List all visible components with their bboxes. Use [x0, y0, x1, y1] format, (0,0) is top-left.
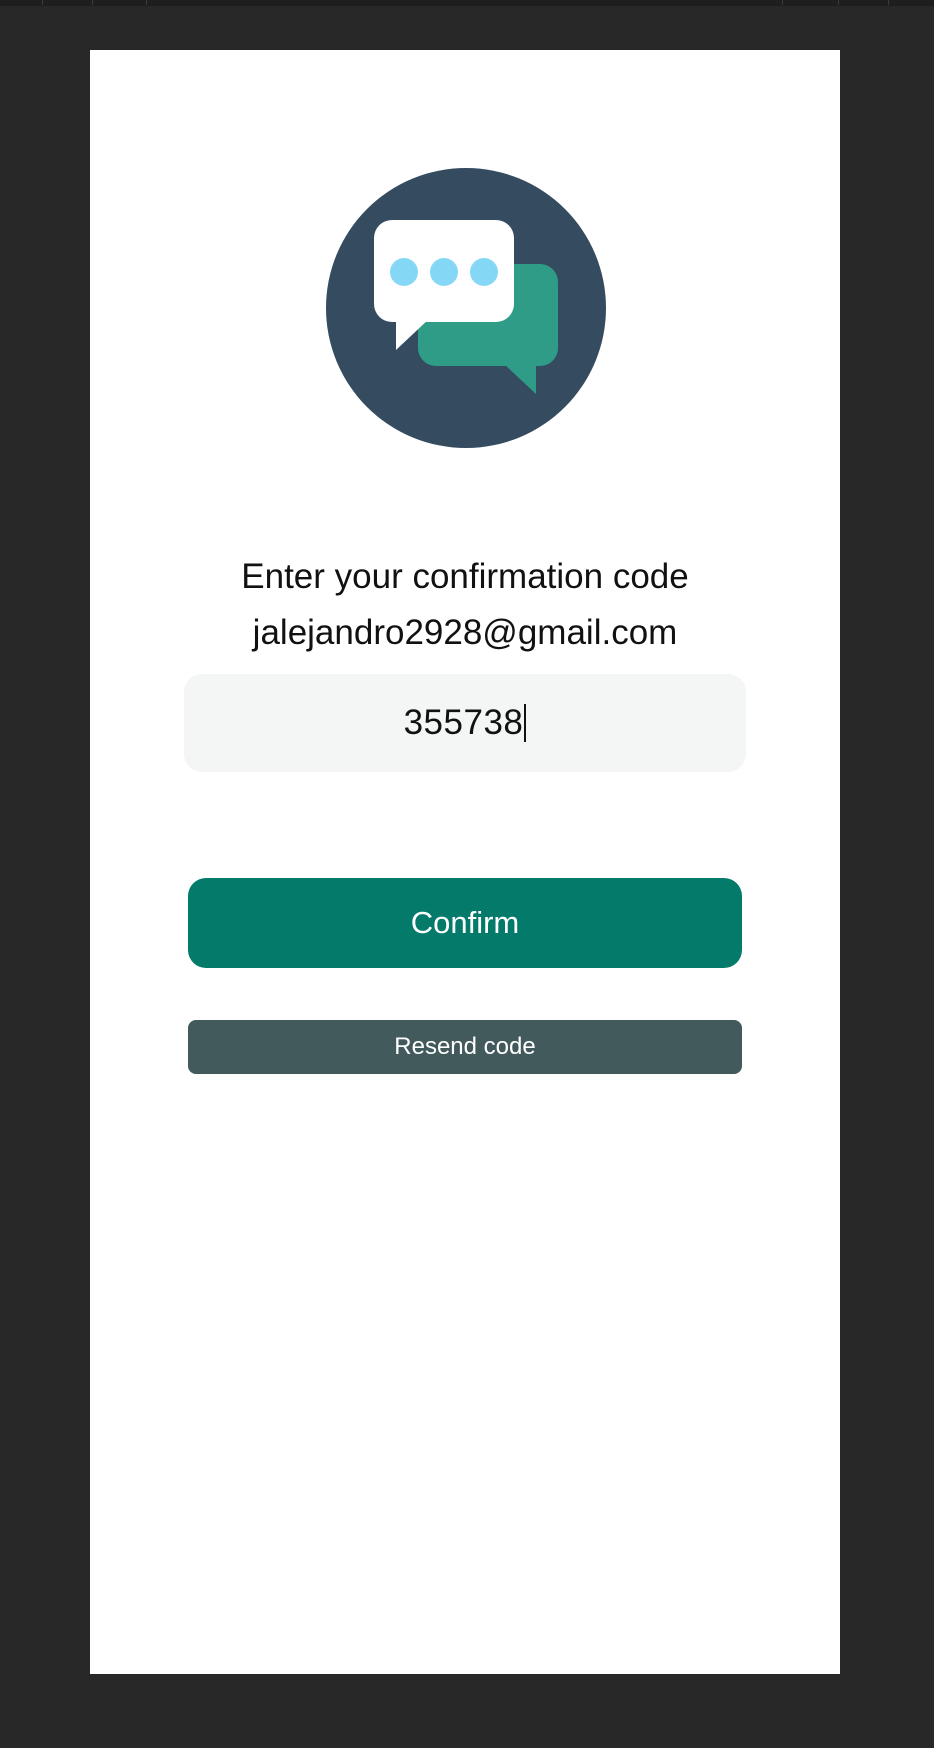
text-caret [524, 704, 527, 742]
strip-divider [146, 0, 147, 5]
confirmation-screen: Enter your confirmation code jalejandro2… [90, 50, 840, 1674]
typing-dot [470, 258, 498, 286]
confirm-button[interactable]: Confirm [188, 878, 742, 968]
typing-dot [430, 258, 458, 286]
chat-bubbles-icon [326, 168, 606, 448]
confirmation-code-input[interactable]: 355738 [184, 674, 746, 772]
strip-divider [838, 0, 839, 5]
strip-divider [782, 0, 783, 5]
resend-code-button[interactable]: Resend code [188, 1020, 742, 1074]
strip-divider [42, 0, 43, 5]
window-top-strip [0, 0, 934, 6]
confirmation-code-value: 355738 [403, 703, 524, 742]
typing-dot [390, 258, 418, 286]
confirmation-heading: Enter your confirmation code [241, 557, 689, 596]
strip-divider [92, 0, 93, 5]
confirmation-email: jalejandro2928@gmail.com [252, 613, 678, 652]
strip-divider [888, 0, 889, 5]
